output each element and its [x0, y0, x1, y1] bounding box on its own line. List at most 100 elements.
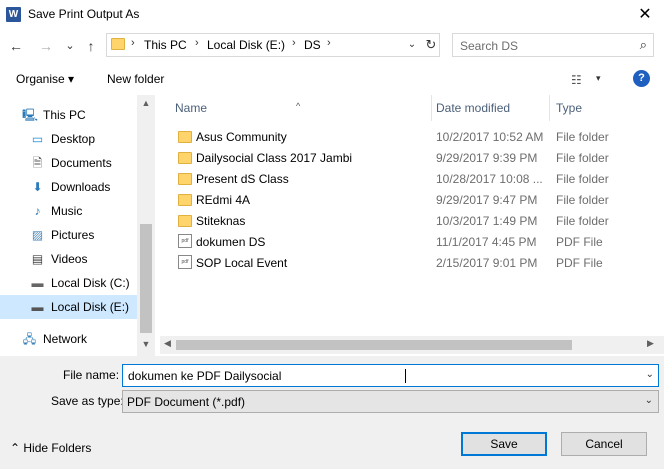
file-name: Stiteknas [196, 214, 246, 228]
sidebar-item-label: Desktop [51, 132, 96, 146]
pictures-icon: ▨ [31, 228, 44, 242]
horizontal-scrollbar[interactable]: ◀ ▶ [160, 336, 664, 354]
music-icon: ♪ [34, 204, 41, 218]
file-name-dropdown-icon[interactable]: ⌄ [646, 369, 654, 380]
desktop-icon: ▭ [31, 132, 44, 146]
save-as-type-select[interactable]: PDF Document (*.pdf) ⌄ [122, 390, 659, 413]
file-row[interactable]: Stiteknas 10/3/2017 1:49 PM File folder [160, 210, 664, 231]
address-bar[interactable]: › This PC › Local Disk (E:) › DS › ⌄ ↻ [106, 33, 440, 57]
search-input[interactable]: Search DS ⌕ [452, 33, 654, 57]
file-name: Dailysocial Class 2017 Jambi [196, 151, 353, 165]
documents-icon: 🗎 [32, 156, 43, 170]
breadcrumb-ds[interactable]: DS [304, 38, 321, 52]
sidebar-item-music[interactable]: ♪ Music [0, 199, 137, 223]
file-name-value: dokumen ke PDF Dailysocial [128, 369, 282, 383]
scroll-left-icon[interactable]: ◀ [164, 338, 171, 349]
help-icon[interactable]: ? [633, 70, 650, 87]
save-as-type-label: Save as type: [51, 394, 124, 408]
file-type: File folder [556, 151, 609, 165]
file-name-input[interactable]: dokumen ke PDF Dailysocial ⌄ [122, 364, 659, 387]
view-dropdown-icon[interactable]: ▾ [596, 73, 601, 84]
file-date: 10/3/2017 1:49 PM [436, 214, 538, 228]
file-type: File folder [556, 172, 609, 186]
view-options-icon[interactable]: ☷ [571, 73, 582, 87]
pdf-file-icon: pdf [178, 255, 192, 269]
file-date: 10/28/2017 10:08 ... [436, 172, 543, 186]
sidebar-item-label: Music [51, 204, 83, 218]
folder-icon [178, 215, 192, 227]
scroll-down-icon[interactable]: ▼ [137, 339, 155, 349]
sidebar-item-label: Local Disk (C:) [51, 276, 130, 290]
column-header-date[interactable]: Date modified [421, 95, 549, 121]
address-dropdown-icon[interactable]: ⌄ [403, 36, 421, 54]
drive-c-icon: ▬ [31, 276, 44, 290]
recent-locations-icon[interactable]: ⌄ [60, 36, 80, 56]
sidebar-item-this-pc[interactable]: 🖳 This PC [0, 103, 137, 127]
file-type: PDF File [556, 256, 603, 270]
sidebar-item-label: Documents [51, 156, 112, 170]
file-list: Name ^ Date modified Type Asus Community… [160, 95, 664, 356]
breadcrumb-local-disk-e[interactable]: Local Disk (E:) [207, 38, 285, 52]
sidebar-scroll-thumb[interactable] [140, 224, 152, 333]
file-name: SOP Local Event [196, 256, 288, 270]
file-type: File folder [556, 214, 609, 228]
file-type: File folder [556, 130, 609, 144]
sidebar-item-network[interactable]: 🖧 Network [0, 327, 137, 351]
breadcrumb-separator-icon[interactable]: › [292, 37, 296, 49]
browser-content: 🖳 This PC ▭ Desktop 🗎 Documents ⬇ Downlo… [0, 95, 664, 356]
sidebar-item-desktop[interactable]: ▭ Desktop [0, 127, 137, 151]
column-header-name[interactable]: Name ^ [160, 95, 432, 121]
sidebar-item-documents[interactable]: 🗎 Documents [0, 151, 137, 175]
save-as-type-dropdown-icon[interactable]: ⌄ [645, 395, 653, 406]
file-date: 10/2/2017 10:52 AM [436, 130, 544, 144]
file-name: REdmi 4A [196, 193, 251, 207]
file-row[interactable]: Dailysocial Class 2017 Jambi 9/29/2017 9… [160, 147, 664, 168]
file-row[interactable]: pdf dokumen DS 11/1/2017 4:45 PM PDF Fil… [160, 231, 664, 252]
folder-icon [178, 131, 192, 143]
scroll-right-icon[interactable]: ▶ [647, 338, 654, 349]
save-button[interactable]: Save [461, 432, 547, 456]
breadcrumb-this-pc[interactable]: This PC [144, 38, 187, 52]
scroll-up-icon[interactable]: ▲ [137, 98, 155, 108]
file-row[interactable]: pdf SOP Local Event 2/15/2017 9:01 PM PD… [160, 252, 664, 273]
file-row[interactable]: REdmi 4A 9/29/2017 9:47 PM File folder [160, 189, 664, 210]
close-button[interactable]: ✕ [626, 0, 664, 30]
sidebar-item-label: Pictures [51, 228, 95, 242]
sidebar-item-label: This PC [43, 108, 86, 122]
sidebar-item-downloads[interactable]: ⬇ Downloads [0, 175, 137, 199]
up-arrow-icon[interactable]: ↑ [81, 36, 101, 56]
column-header-type[interactable]: Type [541, 95, 661, 121]
refresh-icon[interactable]: ↻ [423, 36, 439, 54]
search-icon[interactable]: ⌕ [640, 37, 647, 53]
cancel-button[interactable]: Cancel [561, 432, 647, 456]
breadcrumb-separator-icon[interactable]: › [327, 37, 331, 49]
drive-e-icon: ▬ [31, 300, 44, 314]
column-header-label: Name [175, 101, 208, 115]
hide-folders-button[interactable]: ⌃ Hide Folders [10, 441, 91, 455]
new-folder-button[interactable]: New folder [107, 72, 164, 86]
folder-icon [111, 38, 125, 50]
column-header-label: Type [556, 101, 583, 115]
organise-button[interactable]: Organise ▾ [16, 72, 74, 86]
word-app-icon: W [6, 7, 21, 22]
sidebar-scrollbar[interactable]: ▲ ▼ [137, 95, 155, 356]
column-header-label: Date modified [436, 101, 511, 115]
videos-icon: ▤ [31, 252, 44, 266]
sidebar-item-pictures[interactable]: ▨ Pictures [0, 223, 137, 247]
file-date: 9/29/2017 9:47 PM [436, 193, 538, 207]
breadcrumb-separator-icon[interactable]: › [195, 37, 199, 49]
sort-ascending-icon: ^ [296, 101, 301, 111]
breadcrumb-separator-icon[interactable]: › [131, 37, 135, 49]
back-arrow-icon[interactable]: ← [6, 36, 26, 56]
sidebar-item-local-disk-c[interactable]: ▬ Local Disk (C:) [0, 271, 137, 295]
file-name: Present dS Class [196, 172, 289, 186]
file-row[interactable]: Asus Community 10/2/2017 10:52 AM File f… [160, 126, 664, 147]
file-type: File folder [556, 193, 609, 207]
forward-arrow-icon[interactable]: → [36, 36, 56, 56]
sidebar-item-videos[interactable]: ▤ Videos [0, 247, 137, 271]
sidebar-item-local-disk-e[interactable]: ▬ Local Disk (E:) [0, 295, 137, 319]
sidebar-item-label: Local Disk (E:) [51, 300, 130, 314]
file-row[interactable]: Present dS Class 10/28/2017 10:08 ... Fi… [160, 168, 664, 189]
horizontal-scroll-thumb[interactable] [176, 340, 572, 350]
window-title: Save Print Output As [28, 7, 140, 21]
